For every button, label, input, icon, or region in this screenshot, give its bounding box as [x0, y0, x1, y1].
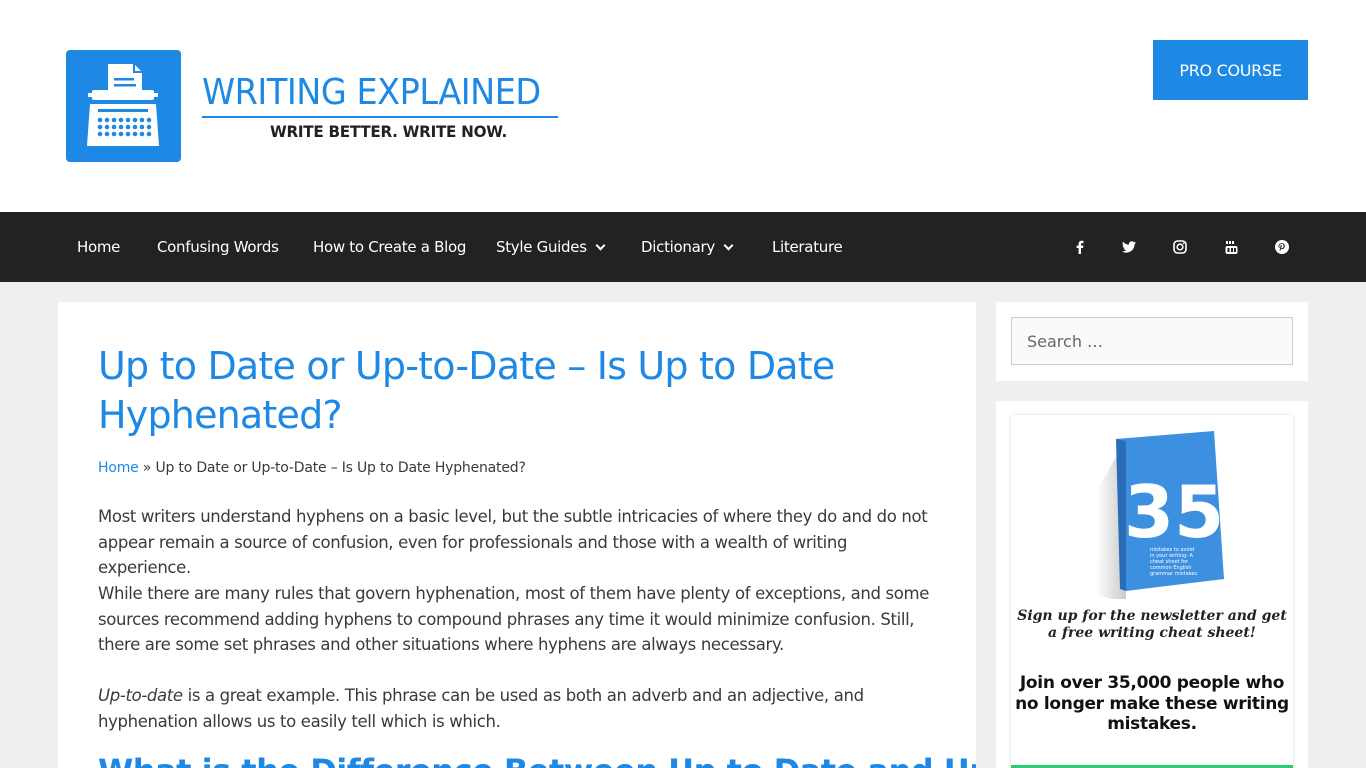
nav-item-how-to-create-a-blog[interactable]: How to Create a Blog [313, 212, 466, 282]
breadcrumb-separator: » [142, 460, 152, 476]
nav-item-label: How to Create a Blog [313, 238, 467, 256]
nav-item-style-guides[interactable]: Style Guides [496, 212, 606, 282]
breadcrumb-current: Up to Date or Up-to-Date – Is Up to Date… [155, 460, 526, 476]
article-paragraph: Most writers understand hyphens on a bas… [98, 507, 928, 577]
page-title: Up to Date or Up-to-Date – Is Up to Date… [98, 344, 835, 437]
chevron-down-icon [723, 240, 734, 250]
facebook-icon[interactable] [1068, 212, 1092, 282]
pro-course-button[interactable]: PRO COURSE [1153, 40, 1308, 100]
article-paragraph-text: is a great example. This phrase can be u… [98, 686, 864, 731]
brand-title[interactable]: WRITING EXPLAINED [202, 72, 541, 113]
twitter-icon[interactable] [1117, 212, 1141, 282]
newsletter-tagline: Sign up for the newsletter and get a fre… [1017, 608, 1287, 641]
nav-item-literature[interactable]: Literature [772, 212, 843, 282]
breadcrumb-home-link[interactable]: Home [98, 460, 139, 476]
nav-item-dictionary[interactable]: Dictionary [641, 212, 734, 282]
typewriter-logo-icon[interactable] [66, 50, 181, 162]
section-heading: What is the Difference Between Up to Dat… [98, 752, 976, 768]
sidebar-search-widget [996, 302, 1308, 381]
nav-item-confusing-words[interactable]: Confusing Words [157, 212, 279, 282]
article-paragraph: While there are many rules that govern h… [98, 584, 930, 654]
nav-item-label: Confusing Words [157, 238, 279, 256]
article-paragraph: Up-to-date is a great example. This phra… [98, 683, 944, 734]
article-container: Up to Date or Up-to-Date – Is Up to Date… [58, 302, 976, 768]
nav-item-label: Dictionary [641, 238, 715, 256]
brand-tagline: WRITE BETTER. WRITE NOW. [270, 122, 507, 141]
site-header: WRITING EXPLAINED WRITE BETTER. WRITE NO… [0, 0, 1366, 212]
sidebar-newsletter-widget: 35 mistakes to avoid in your writing: Ach… [996, 401, 1308, 768]
pinterest-icon[interactable] [1270, 212, 1294, 282]
emphasis-term: Up-to-date [98, 686, 183, 705]
youtube-icon[interactable] [1219, 212, 1243, 282]
nav-item-home[interactable]: Home [77, 212, 120, 282]
chevron-down-icon [595, 240, 606, 250]
newsletter-promo-banner[interactable]: 35 mistakes to avoid in your writing: Ach… [1011, 415, 1293, 768]
book-number: 35 [1124, 470, 1224, 554]
nav-item-label: Style Guides [496, 238, 587, 256]
main-navigation: Home Confusing Words How to Create a Blo… [0, 212, 1366, 282]
nav-item-label: Home [77, 238, 121, 256]
newsletter-headline: Join over 35,000 people who no longer ma… [1015, 673, 1289, 734]
cheat-sheet-book-icon: 35 mistakes to avoid in your writing: Ach… [1096, 431, 1224, 599]
search-input[interactable] [1011, 317, 1293, 365]
typewriter-icon [87, 64, 159, 146]
brand-divider [202, 116, 558, 118]
breadcrumb: Home » Up to Date or Up-to-Date – Is Up … [98, 460, 526, 476]
instagram-icon[interactable] [1168, 212, 1192, 282]
nav-item-label: Literature [772, 238, 843, 256]
